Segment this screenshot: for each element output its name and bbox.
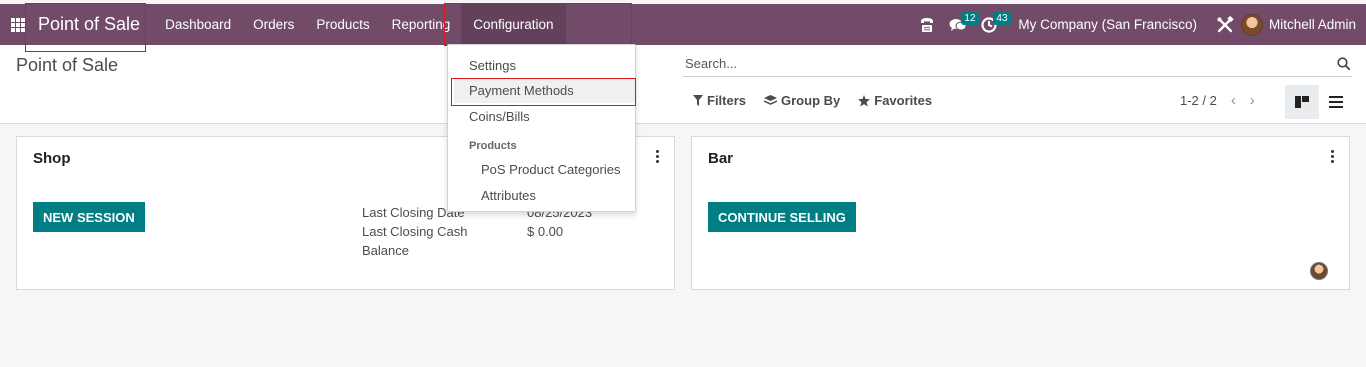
messages-icon[interactable]: 12 bbox=[949, 4, 979, 45]
favorites-button[interactable]: Favorites bbox=[858, 93, 932, 108]
card-title[interactable]: Shop bbox=[33, 150, 71, 167]
responsible-user-avatar bbox=[1310, 262, 1328, 280]
configuration-dropdown: Settings Payment Methods Coins/Bills Pro… bbox=[447, 44, 636, 212]
dropdown-item-settings[interactable]: Settings bbox=[469, 58, 516, 73]
pager: 1-2 / 2 ‹ › bbox=[1180, 92, 1255, 109]
filter-icon bbox=[693, 95, 703, 106]
card-options-icon[interactable] bbox=[656, 150, 660, 163]
filters-button[interactable]: Filters bbox=[693, 93, 746, 108]
view-switcher bbox=[1285, 85, 1353, 119]
favorites-label: Favorites bbox=[874, 93, 933, 108]
apps-menu-icon[interactable] bbox=[0, 4, 36, 45]
main-menu: Dashboard Orders Products Reporting Conf… bbox=[154, 4, 566, 45]
continue-selling-button[interactable]: CONTINUE SELLING bbox=[708, 202, 856, 232]
group-by-label: Group By bbox=[781, 93, 841, 108]
last-closing-cash-label: Last Closing Cash bbox=[362, 224, 468, 239]
pager-next-icon[interactable]: › bbox=[1250, 92, 1255, 109]
balance-label: Balance bbox=[362, 243, 409, 258]
user-avatar[interactable] bbox=[1240, 13, 1263, 36]
dropdown-item-coins-bills[interactable]: Coins/Bills bbox=[469, 109, 530, 124]
activities-count-badge: 43 bbox=[993, 12, 1011, 25]
dropdown-item-product-categories[interactable]: PoS Product Categories bbox=[481, 162, 620, 177]
list-view-icon[interactable] bbox=[1319, 85, 1353, 119]
menu-products[interactable]: Products bbox=[305, 4, 380, 45]
company-switcher[interactable]: My Company (San Francisco) bbox=[1018, 17, 1197, 32]
filters-label: Filters bbox=[707, 93, 747, 108]
dropdown-item-attributes[interactable]: Attributes bbox=[481, 188, 536, 203]
card-options-icon[interactable] bbox=[1331, 150, 1335, 163]
control-panel: Point of Sale Filters Group By Favorites… bbox=[0, 45, 1366, 124]
new-session-button[interactable]: NEW SESSION bbox=[33, 202, 145, 232]
pager-value[interactable]: 1-2 / 2 bbox=[1180, 93, 1217, 108]
last-closing-cash-value: $ 0.00 bbox=[527, 224, 564, 239]
user-menu[interactable]: Mitchell Admin bbox=[1269, 17, 1356, 32]
systray: 12 43 My Company (San Francisco) Mitchel… bbox=[912, 4, 1366, 45]
group-by-button[interactable]: Group By bbox=[764, 93, 840, 108]
layers-icon bbox=[764, 94, 778, 105]
pos-card-bar: Bar CONTINUE SELLING bbox=[691, 136, 1350, 290]
menu-dashboard[interactable]: Dashboard bbox=[154, 4, 242, 45]
search-bar bbox=[683, 51, 1352, 77]
search-input[interactable] bbox=[683, 56, 1336, 71]
activities-icon[interactable]: 43 bbox=[981, 4, 1011, 45]
menu-orders[interactable]: Orders bbox=[242, 4, 305, 45]
menu-reporting[interactable]: Reporting bbox=[381, 4, 462, 45]
top-navbar: Point of Sale Dashboard Orders Products … bbox=[0, 4, 1366, 45]
menu-configuration[interactable]: Configuration bbox=[461, 4, 566, 45]
page-title: Point of Sale bbox=[16, 55, 119, 75]
messages-count-badge: 12 bbox=[961, 12, 979, 25]
phone-icon[interactable] bbox=[919, 4, 935, 45]
app-brand[interactable]: Point of Sale bbox=[36, 4, 142, 45]
dropdown-section-header: Products bbox=[469, 140, 517, 152]
dropdown-item-payment-methods[interactable]: Payment Methods bbox=[454, 79, 636, 103]
pager-previous-icon[interactable]: ‹ bbox=[1231, 92, 1236, 109]
kanban-view-icon[interactable] bbox=[1285, 85, 1319, 119]
debug-tools-icon[interactable] bbox=[1216, 4, 1234, 45]
star-icon bbox=[858, 94, 871, 106]
search-icon[interactable] bbox=[1336, 56, 1352, 72]
search-options: Filters Group By Favorites bbox=[693, 93, 950, 108]
card-title[interactable]: Bar bbox=[708, 150, 733, 167]
